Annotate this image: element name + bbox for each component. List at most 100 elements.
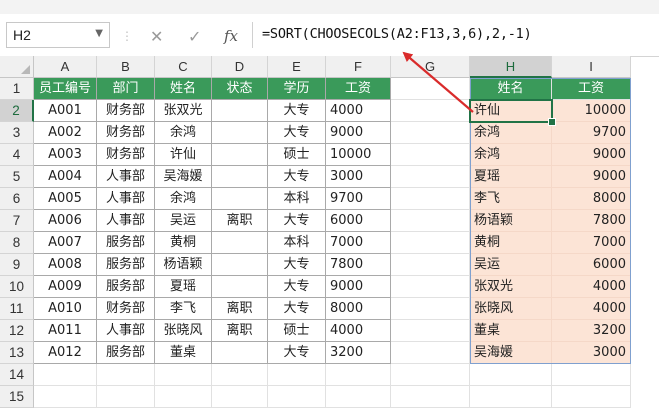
source-cell[interactable]: 服务部	[97, 232, 155, 254]
cell[interactable]	[212, 386, 268, 408]
cell[interactable]	[391, 188, 470, 210]
source-header-3[interactable]: 状态	[212, 78, 268, 100]
row-header-13[interactable]: 13	[0, 342, 34, 364]
source-header-4[interactable]: 学历	[268, 78, 326, 100]
source-cell[interactable]: 服务部	[97, 254, 155, 276]
source-cell[interactable]: 大专	[268, 254, 326, 276]
source-cell[interactable]: 4000	[326, 320, 391, 342]
column-header-g[interactable]: G	[391, 56, 470, 78]
result-cell[interactable]: 6000	[552, 254, 631, 276]
result-header-0[interactable]: 姓名	[470, 78, 552, 100]
result-cell[interactable]: 7000	[552, 232, 631, 254]
result-cell[interactable]: 张双光	[470, 276, 552, 298]
source-cell[interactable]: A006	[34, 210, 97, 232]
fill-handle[interactable]	[548, 118, 556, 126]
cell[interactable]	[552, 386, 631, 408]
drag-handle-icon[interactable]: ⋮	[121, 29, 133, 43]
formula-input[interactable]: =SORT(CHOOSECOLS(A2:F13,3,6),2,-1)	[262, 26, 532, 42]
source-cell[interactable]: 离职	[212, 298, 268, 320]
result-cell[interactable]: 8000	[552, 188, 631, 210]
result-cell[interactable]: 3200	[552, 320, 631, 342]
source-cell[interactable]: 张晓风	[155, 320, 212, 342]
cell[interactable]	[391, 144, 470, 166]
cell[interactable]	[34, 386, 97, 408]
source-cell[interactable]: 夏瑶	[155, 276, 212, 298]
source-cell[interactable]: 9000	[326, 122, 391, 144]
source-cell[interactable]: 9000	[326, 276, 391, 298]
source-cell[interactable]: 吴运	[155, 210, 212, 232]
source-cell[interactable]: 人事部	[97, 320, 155, 342]
cell[interactable]	[268, 364, 326, 386]
source-cell[interactable]	[212, 166, 268, 188]
source-cell[interactable]: 人事部	[97, 166, 155, 188]
source-cell[interactable]: A009	[34, 276, 97, 298]
source-cell[interactable]: 大专	[268, 298, 326, 320]
cell[interactable]	[470, 386, 552, 408]
source-cell[interactable]: A004	[34, 166, 97, 188]
row-header-5[interactable]: 5	[0, 166, 34, 188]
source-cell[interactable]: 本科	[268, 232, 326, 254]
result-cell[interactable]: 张晓风	[470, 298, 552, 320]
row-header-8[interactable]: 8	[0, 232, 34, 254]
column-header-b[interactable]: B	[97, 56, 155, 78]
result-cell[interactable]: 李飞	[470, 188, 552, 210]
result-cell[interactable]: 吴海媛	[470, 342, 552, 364]
source-cell[interactable]: 服务部	[97, 342, 155, 364]
column-header-h[interactable]: H	[470, 56, 552, 78]
result-cell[interactable]: 4000	[552, 298, 631, 320]
source-cell[interactable]: 服务部	[97, 276, 155, 298]
result-cell[interactable]: 黄桐	[470, 232, 552, 254]
source-cell[interactable]: 余鸿	[155, 122, 212, 144]
source-cell[interactable]: A008	[34, 254, 97, 276]
row-header-1[interactable]: 1	[0, 78, 34, 100]
source-cell[interactable]	[212, 188, 268, 210]
result-cell[interactable]: 9700	[552, 122, 631, 144]
source-cell[interactable]: 余鸿	[155, 188, 212, 210]
result-header-1[interactable]: 工资	[552, 78, 631, 100]
source-cell[interactable]: 7000	[326, 232, 391, 254]
source-cell[interactable]: 硕士	[268, 320, 326, 342]
result-cell[interactable]: 9000	[552, 166, 631, 188]
source-cell[interactable]: 财务部	[97, 100, 155, 122]
source-cell[interactable]: 离职	[212, 210, 268, 232]
row-header-11[interactable]: 11	[0, 298, 34, 320]
row-header-2[interactable]: 2	[0, 100, 34, 122]
source-cell[interactable]: A012	[34, 342, 97, 364]
cell[interactable]	[268, 386, 326, 408]
source-cell[interactable]: 财务部	[97, 122, 155, 144]
source-header-1[interactable]: 部门	[97, 78, 155, 100]
result-cell[interactable]: 3000	[552, 342, 631, 364]
cell[interactable]	[391, 122, 470, 144]
source-cell[interactable]: 离职	[212, 320, 268, 342]
cell[interactable]	[470, 364, 552, 386]
source-cell[interactable]	[212, 122, 268, 144]
row-header-10[interactable]: 10	[0, 276, 34, 298]
column-header-i[interactable]: I	[552, 56, 631, 78]
cell[interactable]	[155, 386, 212, 408]
source-cell[interactable]	[212, 342, 268, 364]
column-header-f[interactable]: F	[326, 56, 391, 78]
source-header-5[interactable]: 工资	[326, 78, 391, 100]
source-cell[interactable]: 6000	[326, 210, 391, 232]
result-cell[interactable]: 余鸿	[470, 122, 552, 144]
source-cell[interactable]	[212, 100, 268, 122]
result-cell[interactable]: 7800	[552, 210, 631, 232]
result-cell[interactable]: 4000	[552, 276, 631, 298]
result-cell[interactable]: 许仙	[470, 100, 552, 122]
cell[interactable]	[391, 166, 470, 188]
row-header-3[interactable]: 3	[0, 122, 34, 144]
result-cell[interactable]: 董桌	[470, 320, 552, 342]
source-cell[interactable]: 大专	[268, 122, 326, 144]
source-cell[interactable]: 本科	[268, 188, 326, 210]
result-cell[interactable]: 夏瑶	[470, 166, 552, 188]
cell[interactable]	[97, 364, 155, 386]
name-box[interactable]: H2 ▼	[6, 22, 110, 48]
source-cell[interactable]	[212, 276, 268, 298]
chevron-down-icon[interactable]: ▼	[95, 28, 103, 39]
source-cell[interactable]: 财务部	[97, 144, 155, 166]
source-cell[interactable]: A011	[34, 320, 97, 342]
source-cell[interactable]: 黄桐	[155, 232, 212, 254]
cell[interactable]	[326, 364, 391, 386]
row-header-6[interactable]: 6	[0, 188, 34, 210]
source-cell[interactable]	[212, 144, 268, 166]
